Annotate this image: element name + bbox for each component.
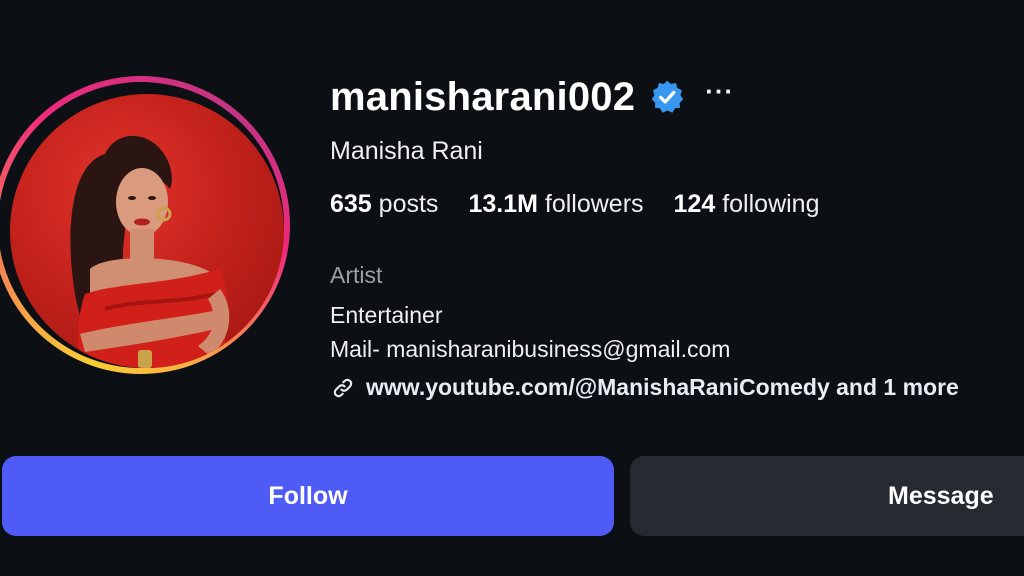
link-icon bbox=[330, 375, 356, 401]
profile-stats: 635 posts 13.1M followers 124 following bbox=[330, 190, 849, 219]
external-link-text[interactable]: www.youtube.com/@ManishaRaniComedy and 1… bbox=[366, 374, 959, 401]
verified-badge-icon bbox=[649, 79, 685, 115]
followers-stat[interactable]: 13.1M followers bbox=[468, 190, 643, 219]
profile-category: Artist bbox=[330, 262, 383, 288]
followers-label: followers bbox=[544, 190, 644, 218]
posts-count: 635 bbox=[330, 190, 372, 218]
full-name: Manisha Rani bbox=[330, 137, 483, 165]
posts-label: posts bbox=[378, 190, 439, 218]
avatar[interactable] bbox=[10, 94, 284, 368]
profile-page: manisharani002 ··· Manisha Rani 635 post… bbox=[0, 0, 1024, 576]
more-options-icon[interactable]: ··· bbox=[705, 78, 734, 104]
username: manisharani002 bbox=[330, 74, 636, 119]
following-count: 124 bbox=[673, 190, 716, 218]
followers-count: 13.1M bbox=[468, 190, 538, 218]
avatar-ring-gap bbox=[0, 82, 284, 368]
following-label: following bbox=[722, 190, 820, 218]
external-link[interactable]: www.youtube.com/@ManishaRaniComedy and 1… bbox=[330, 374, 959, 401]
bio-line: Entertainer bbox=[330, 302, 443, 328]
bio-line: Mail- manisharanibusiness@gmail.com bbox=[330, 336, 731, 362]
follow-button[interactable]: Follow bbox=[2, 456, 614, 536]
username-row: manisharani002 ··· bbox=[330, 72, 734, 122]
posts-stat: 635 posts bbox=[330, 190, 438, 219]
following-stat[interactable]: 124 following bbox=[674, 190, 820, 219]
avatar-portrait-illustration bbox=[70, 135, 230, 368]
message-button[interactable]: Message bbox=[630, 456, 1024, 536]
avatar-story-ring[interactable] bbox=[0, 76, 290, 374]
